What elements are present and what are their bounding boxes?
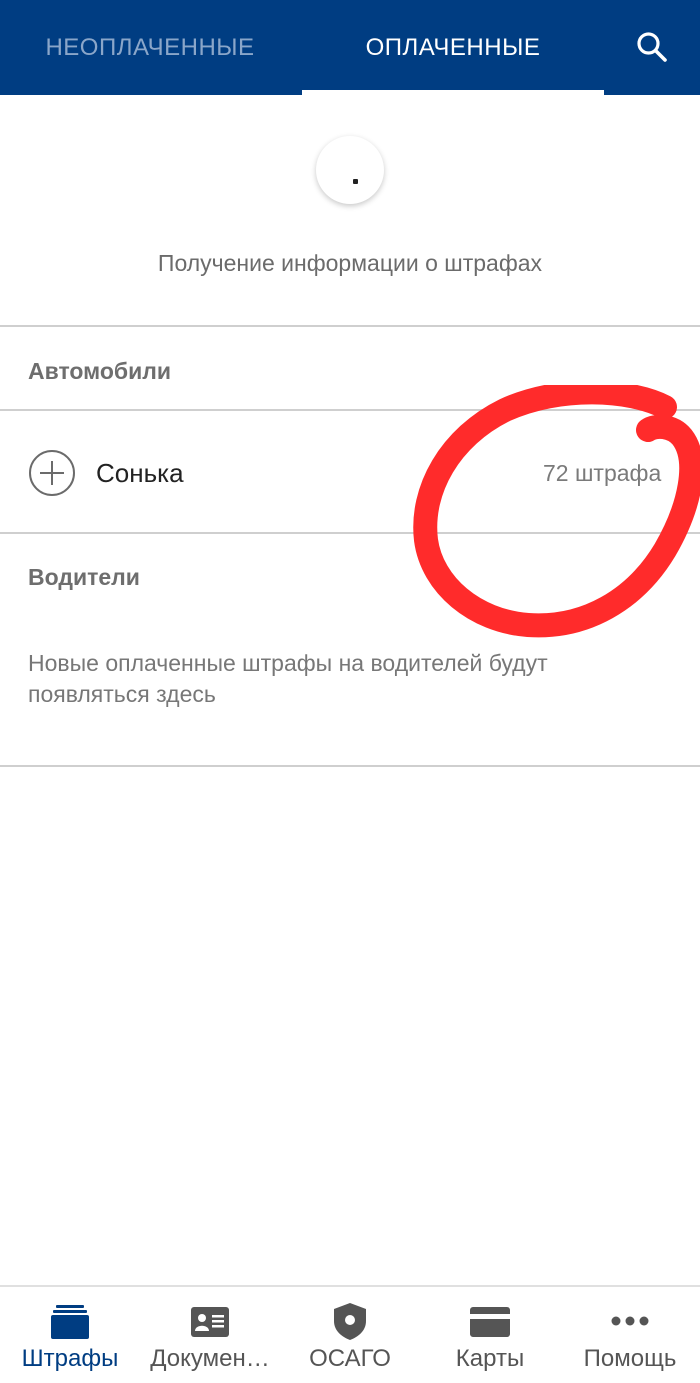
nav-item-cards[interactable]: Карты: [420, 1287, 560, 1383]
tab-unpaid-label: НЕОПЛАЧЕННЫЕ: [45, 33, 255, 61]
nav-label-osago: ОСАГО: [309, 1345, 391, 1372]
divider: [0, 765, 700, 767]
divider: [0, 532, 700, 534]
car-list-item[interactable]: Сонька 72 штрафа: [0, 412, 700, 532]
drivers-empty-text: Новые оплаченные штрафы на водителей буд…: [28, 650, 548, 707]
bottom-navigation: Штрафы Докумен… ОСАГО Карты Помощь: [0, 1285, 700, 1383]
more-icon: [611, 1316, 649, 1326]
shield-icon: [334, 1303, 366, 1340]
divider: [0, 325, 700, 327]
nav-label-documents: Докумен…: [150, 1345, 270, 1372]
documents-icon: [191, 1307, 229, 1337]
nav-label-help: Помощь: [583, 1345, 677, 1372]
divider: [0, 409, 700, 411]
top-tab-bar: НЕОПЛАЧЕННЫЕ ОПЛАЧЕННЫЕ: [0, 0, 700, 95]
nav-item-osago[interactable]: ОСАГО: [280, 1287, 420, 1383]
active-tab-indicator: [302, 90, 604, 95]
car-name: Сонька: [96, 458, 184, 488]
spinner-dot: [353, 179, 358, 184]
card-icon: [470, 1307, 510, 1337]
nav-item-documents[interactable]: Докумен…: [140, 1287, 280, 1383]
fines-count: 72 штрафа: [543, 460, 662, 486]
plus-circle-icon[interactable]: [28, 449, 76, 497]
nav-label-fines: Штрафы: [21, 1345, 119, 1372]
drivers-section-title: Водители: [28, 564, 140, 590]
cars-section-title: Автомобили: [28, 358, 172, 384]
tab-unpaid[interactable]: НЕОПЛАЧЕННЫЕ: [0, 0, 300, 95]
fines-icon: [51, 1305, 89, 1339]
search-icon: [637, 32, 667, 62]
tab-paid[interactable]: ОПЛАЧЕННЫЕ: [302, 0, 604, 95]
loading-spinner: [316, 136, 384, 204]
tab-paid-label: ОПЛАЧЕННЫЕ: [365, 33, 541, 61]
nav-item-help[interactable]: Помощь: [560, 1287, 700, 1383]
nav-item-fines[interactable]: Штрафы: [0, 1287, 140, 1383]
search-button[interactable]: [622, 22, 682, 72]
nav-label-cards: Карты: [455, 1345, 525, 1372]
loading-status-text: Получение информации о штрафах: [157, 250, 543, 276]
